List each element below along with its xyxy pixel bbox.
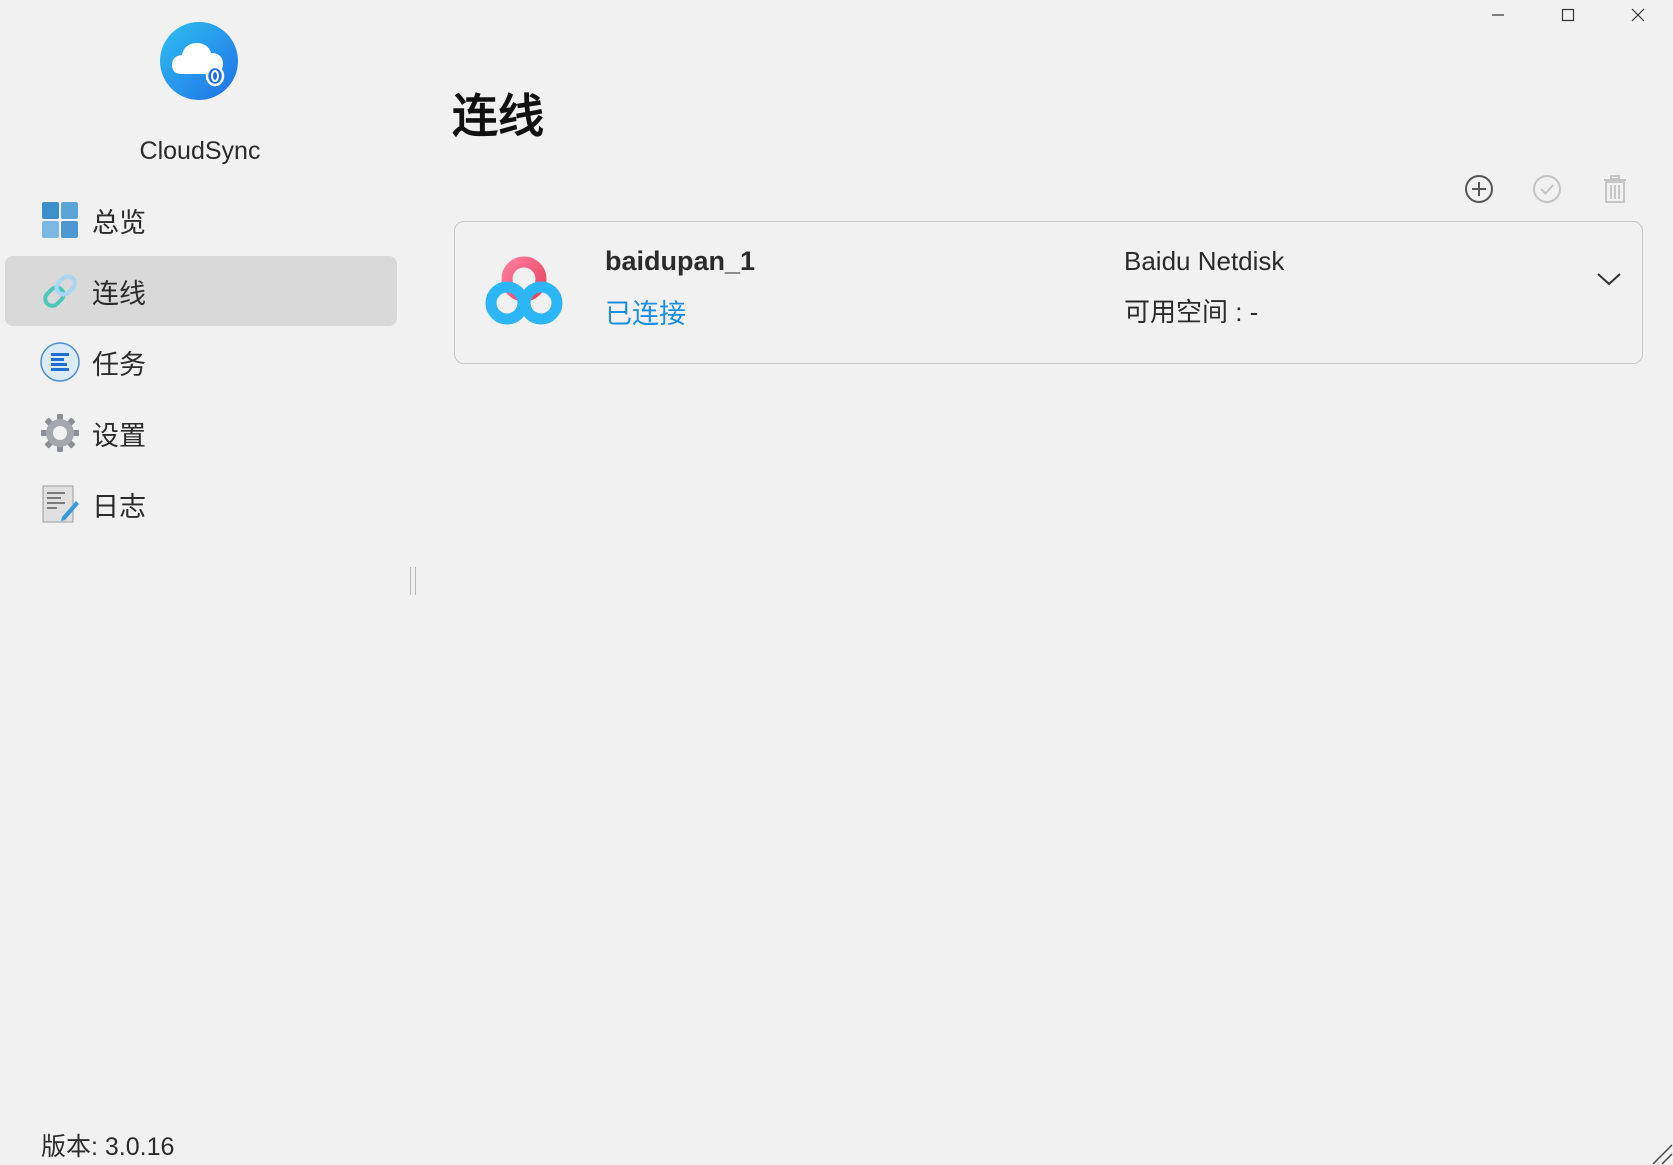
baidu-netdisk-logo-icon <box>485 256 563 325</box>
sidebar-item-label: 设置 <box>92 420 146 451</box>
connection-status: 已连接 <box>605 299 686 329</box>
version-label: 版本: 3.0.16 <box>41 1133 175 1161</box>
minimize-button[interactable] <box>1463 0 1533 30</box>
minimize-icon <box>1492 14 1504 16</box>
sidebar-splitter[interactable] <box>410 567 416 595</box>
connection-name: baidupan_1 <box>605 246 756 276</box>
sidebar-item-label: 任务 <box>92 349 146 380</box>
window-resize-grip[interactable] <box>1645 1137 1673 1165</box>
sidebar-item-settings[interactable]: 设置 <box>5 398 397 468</box>
sidebar-item-label: 日志 <box>92 491 146 522</box>
page-title: 连线 <box>452 90 544 142</box>
add-circle-icon <box>1465 175 1493 203</box>
cloudsync-logo-icon <box>160 22 238 100</box>
check-circle-icon <box>1533 175 1561 203</box>
link-icon <box>40 271 80 311</box>
sidebar-item-label: 连线 <box>92 278 146 309</box>
trash-icon <box>1604 175 1626 203</box>
sidebar-nav: 总览 连线 任务 设置 日志 <box>5 185 397 540</box>
sidebar-item-label: 总览 <box>92 207 146 238</box>
log-document-icon <box>40 484 80 524</box>
sidebar-item-tasks[interactable]: 任务 <box>5 327 397 397</box>
connection-toolbar <box>1456 166 1638 212</box>
close-button[interactable] <box>1603 0 1673 30</box>
sidebar: CloudSync 总览 连线 任务 设置 日志 版本: 3.0.16 <box>0 0 410 1165</box>
maximize-icon <box>1561 8 1575 22</box>
expand-connection-button[interactable] <box>1592 262 1626 296</box>
delete-connection-button[interactable] <box>1592 166 1638 212</box>
sidebar-item-logs[interactable]: 日志 <box>5 469 397 539</box>
task-list-icon <box>40 342 80 382</box>
add-connection-button[interactable] <box>1456 166 1502 212</box>
gear-icon <box>40 413 80 453</box>
window-controls <box>1463 0 1673 30</box>
connection-provider: Baidu Netdisk <box>1124 246 1285 276</box>
close-icon <box>1631 8 1645 22</box>
connection-available-space: 可用空间 : - <box>1124 297 1259 327</box>
app-name: CloudSync <box>139 137 261 165</box>
overview-grid-icon <box>40 200 80 240</box>
check-connection-button[interactable] <box>1524 166 1570 212</box>
connection-card[interactable]: baidupan_1 已连接 Baidu Netdisk 可用空间 : - <box>454 221 1643 364</box>
chevron-down-icon <box>1597 273 1621 286</box>
maximize-button[interactable] <box>1533 0 1603 30</box>
sidebar-item-connections[interactable]: 连线 <box>5 256 397 326</box>
sidebar-item-overview[interactable]: 总览 <box>5 185 397 255</box>
